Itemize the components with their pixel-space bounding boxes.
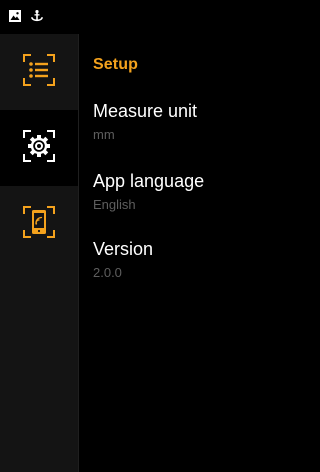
- main-panel: Setup Measure unit mm App language Engli…: [79, 34, 312, 472]
- setting-value: English: [93, 197, 136, 212]
- usb-anchor-icon: [30, 9, 44, 23]
- sidebar-item-settings[interactable]: [0, 110, 78, 186]
- setting-measure-unit[interactable]: Measure unit mm: [93, 100, 303, 144]
- sidebar: [0, 34, 78, 472]
- setting-label: Version: [93, 239, 154, 259]
- sidebar-item-list[interactable]: [0, 34, 78, 110]
- setting-value: mm: [93, 127, 115, 142]
- image-icon: [8, 9, 22, 23]
- setting-label: App language: [93, 171, 205, 191]
- gear-icon: [22, 129, 56, 168]
- status-bar: [0, 0, 312, 34]
- sidebar-item-device[interactable]: [0, 186, 78, 262]
- setting-value: 2.0.0: [93, 265, 122, 280]
- setting-label: Measure unit: [93, 101, 198, 121]
- setting-app-language[interactable]: App language English: [93, 170, 303, 214]
- tablet-wireless-icon: [22, 205, 56, 244]
- list-icon: [22, 53, 56, 92]
- setting-version[interactable]: Version 2.0.0: [93, 238, 303, 282]
- page-title: Setup: [93, 56, 138, 73]
